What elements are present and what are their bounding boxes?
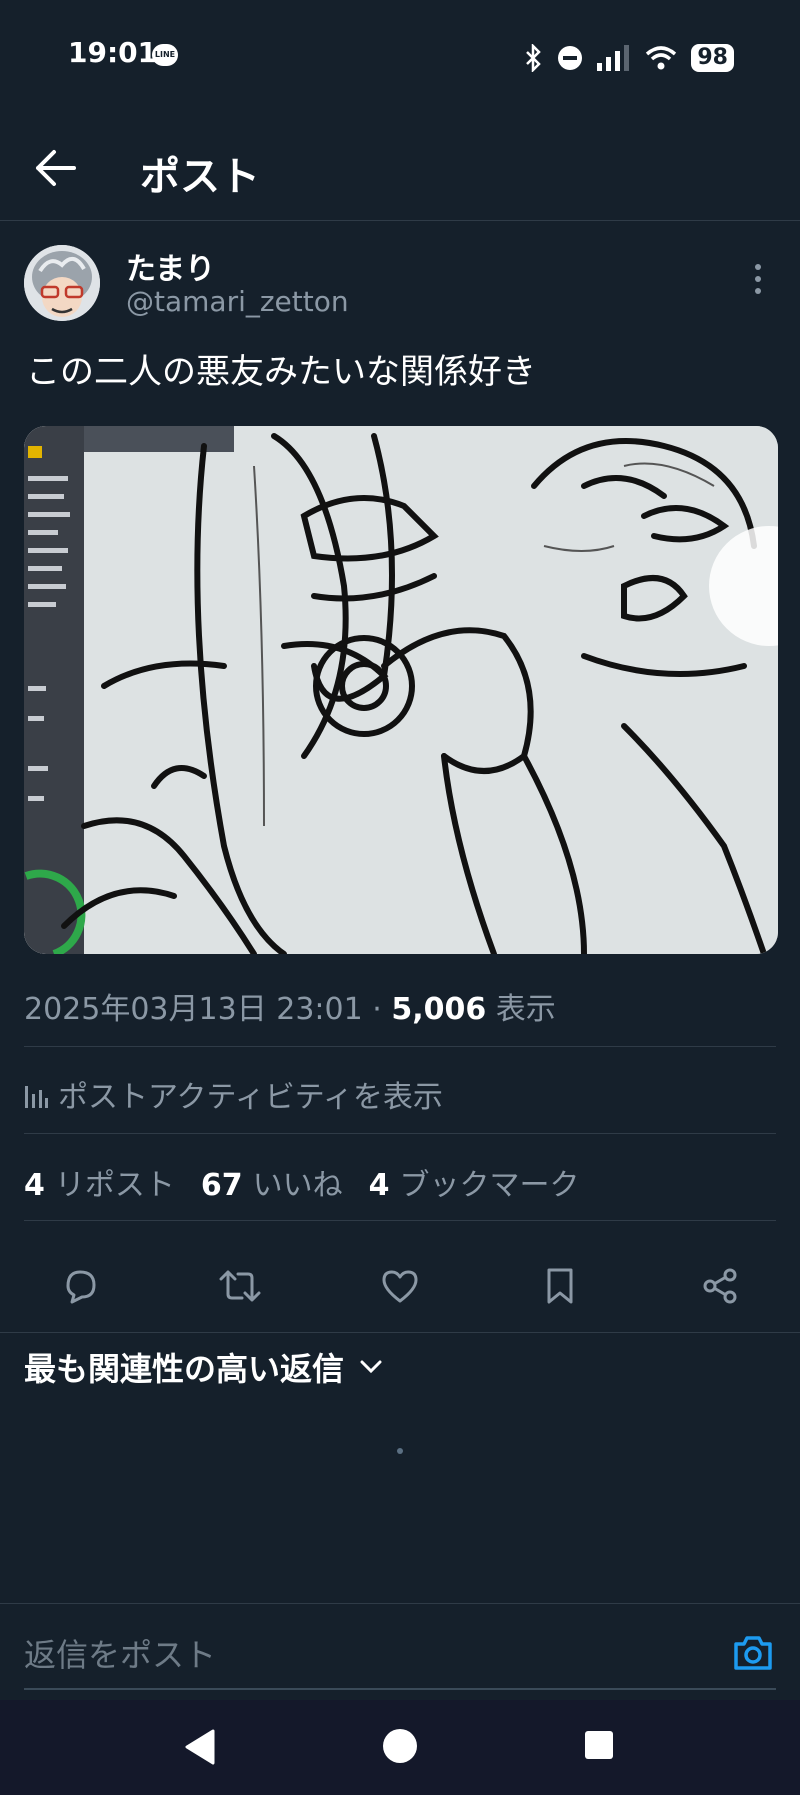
views-count: 5,006 [391, 992, 487, 1027]
author-name[interactable]: たまり [126, 244, 215, 288]
action-bar [0, 1240, 800, 1333]
battery-indicator: 98 [691, 44, 734, 72]
reposts-count: 4 [24, 1168, 45, 1203]
post-text: この二人の悪友みたいな関係好き [26, 352, 536, 392]
divider [24, 1220, 776, 1221]
nav-back-icon[interactable] [183, 1728, 217, 1766]
loading-indicator [397, 1448, 403, 1454]
like-icon [382, 1270, 418, 1303]
line-app-icon: LINE [152, 44, 178, 66]
reply-button[interactable] [58, 1264, 102, 1308]
reply-sort-dropdown[interactable]: 最も関連性の高い返信 [24, 1344, 382, 1390]
chart-icon [25, 1086, 48, 1108]
post-meta: 2025年03月13日 23:01 · 5,006 表示 [24, 984, 556, 1028]
activity-label: ポストアクティビティを表示 [58, 1080, 443, 1115]
bookmarks-count: 4 [368, 1168, 390, 1203]
divider [24, 1133, 776, 1134]
reposts-label: リポスト [54, 1168, 175, 1203]
avatar[interactable] [24, 245, 100, 321]
post-image[interactable] [24, 426, 778, 954]
like-button[interactable] [378, 1264, 422, 1308]
header-bar: ポスト [0, 110, 800, 221]
back-arrow-icon[interactable] [34, 148, 78, 188]
status-icons: 98 [523, 40, 734, 76]
status-time: 19:01 [68, 36, 158, 69]
reply-input-underline [24, 1688, 776, 1690]
signal-icon [597, 45, 630, 71]
more-icon[interactable] [748, 262, 768, 296]
bookmarks-stat[interactable]: 4 ブックマーク [369, 1160, 580, 1204]
post-activity-link[interactable]: ポストアクティビティを表示 [24, 1072, 443, 1116]
reply-input[interactable] [24, 1630, 704, 1680]
repost-button[interactable] [218, 1264, 262, 1308]
post-timestamp: 2025年03月13日 23:01 [24, 992, 363, 1027]
line-art-drawing [24, 426, 778, 954]
page-title: ポスト [140, 154, 260, 200]
do-not-disturb-icon [558, 46, 583, 70]
system-navigation-bar [0, 1700, 800, 1795]
avatar-illustration [24, 245, 100, 321]
share-button[interactable] [698, 1264, 742, 1308]
nav-home-icon[interactable] [382, 1728, 418, 1764]
reposts-stat[interactable]: 4 リポスト [24, 1160, 175, 1204]
post-stats: 4 リポスト 67 いいね 4 ブックマーク [24, 1160, 580, 1204]
wifi-icon [646, 46, 677, 70]
author-handle[interactable]: @tamari_zetton [126, 285, 349, 318]
reply-sort-label: 最も関連性の高い返信 [24, 1350, 345, 1388]
share-icon [703, 1268, 737, 1304]
retweet-icon [219, 1270, 261, 1302]
status-bar: 19:01 LINE 98 [0, 0, 800, 110]
reply-icon [66, 1270, 96, 1304]
bluetooth-icon [526, 44, 542, 72]
divider [0, 1603, 800, 1604]
nav-recents-icon[interactable] [584, 1730, 614, 1760]
likes-label: いいね [252, 1168, 343, 1203]
bookmark-button[interactable] [538, 1264, 582, 1308]
likes-stat[interactable]: 67 いいね [201, 1160, 343, 1204]
bookmarks-label: ブックマーク [399, 1168, 580, 1203]
chevron-down-icon [360, 1360, 382, 1374]
bookmark-icon [547, 1268, 573, 1304]
likes-count: 67 [200, 1168, 243, 1203]
divider [24, 1046, 776, 1047]
camera-icon[interactable] [732, 1632, 774, 1674]
views-label: 表示 [495, 992, 556, 1027]
meta-separator: · [372, 992, 382, 1027]
